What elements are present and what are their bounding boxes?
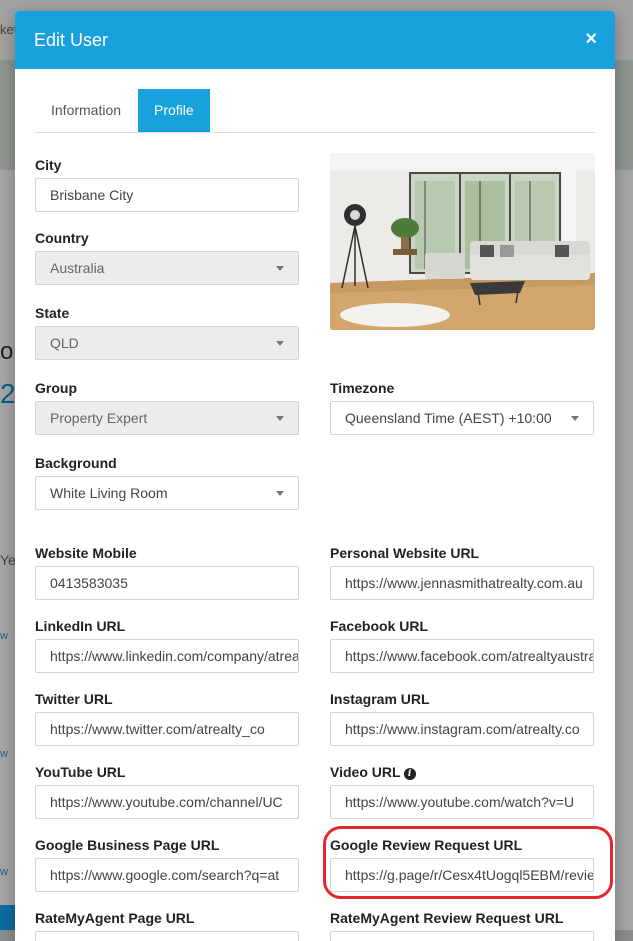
background-text: o xyxy=(0,338,14,365)
ratemyagent-review-url-field: RateMyAgent Review Request URL xyxy=(330,909,594,941)
timezone-field: Timezone Queensland Time (AEST) +10:00 xyxy=(330,379,594,435)
youtube-url-label: YouTube URL xyxy=(35,764,126,780)
background-link: w xyxy=(0,630,8,642)
ratemyagent-review-url-input[interactable] xyxy=(330,931,594,941)
close-icon[interactable]: × xyxy=(585,28,597,50)
google-review-url-field: Google Review Request URL https://g.page… xyxy=(330,836,594,892)
personal-website-url-input[interactable]: https://www.jennasmithatrealty.com.au xyxy=(330,566,594,600)
background-text: Ye xyxy=(0,552,16,568)
chevron-down-icon xyxy=(276,491,284,496)
ratemyagent-page-url-label: RateMyAgent Page URL xyxy=(35,910,195,926)
instagram-url-input[interactable]: https://www.instagram.com/atrealty.co xyxy=(330,712,594,746)
facebook-url-input[interactable]: https://www.facebook.com/atrealtyaustral… xyxy=(330,639,594,673)
country-label: Country xyxy=(35,230,89,246)
chevron-down-icon xyxy=(276,416,284,421)
video-url-label-row: Video URL i xyxy=(330,763,594,781)
country-value: Australia xyxy=(50,260,105,276)
background-text: 2 xyxy=(0,378,16,409)
video-url-field: Video URL i https://www.youtube.com/watch… xyxy=(330,763,594,819)
country-field: Country Australia xyxy=(35,229,299,285)
group-label: Group xyxy=(35,380,77,396)
personal-website-url-label: Personal Website URL xyxy=(330,545,480,561)
modal-title: Edit User xyxy=(34,30,109,50)
facebook-url-field: Facebook URL https://www.facebook.com/at… xyxy=(330,617,594,673)
timezone-select[interactable]: Queensland Time (AEST) +10:00 xyxy=(330,401,594,435)
google-review-url-label: Google Review Request URL xyxy=(330,837,523,853)
twitter-url-field: Twitter URL https://www.twitter.com/atre… xyxy=(35,690,299,746)
linkedin-url-input[interactable]: https://www.linkedin.com/company/atrealt… xyxy=(35,639,299,673)
youtube-url-input[interactable]: https://www.youtube.com/channel/UC xyxy=(35,785,299,819)
website-mobile-input[interactable]: 0413583035 xyxy=(35,566,299,600)
edit-user-modal: Edit User × Information Profile City Bri… xyxy=(15,11,615,941)
chevron-down-icon xyxy=(276,266,284,271)
video-url-label: Video URL xyxy=(330,764,401,780)
ratemyagent-page-url-field: RateMyAgent Page URL xyxy=(35,909,299,941)
timezone-value: Queensland Time (AEST) +10:00 xyxy=(345,410,552,426)
state-label: State xyxy=(35,305,70,321)
info-icon[interactable]: i xyxy=(403,768,416,780)
group-field: Group Property Expert xyxy=(35,379,299,435)
background-link: w xyxy=(0,748,8,760)
city-input[interactable]: Brisbane City xyxy=(35,178,299,212)
linkedin-url-label: LinkedIn URL xyxy=(35,618,126,634)
google-review-url-input[interactable]: https://g.page/r/Cesx4tUogql5EBM/review xyxy=(330,858,594,892)
state-select[interactable]: QLD xyxy=(35,326,299,360)
background-button xyxy=(0,905,16,930)
instagram-url-label: Instagram URL xyxy=(330,691,430,707)
background-link: w xyxy=(0,866,8,878)
linkedin-url-field: LinkedIn URL https://www.linkedin.com/co… xyxy=(35,617,299,673)
video-url-input[interactable]: https://www.youtube.com/watch?v=U xyxy=(330,785,594,819)
website-mobile-field: Website Mobile 0413583035 xyxy=(35,544,299,600)
modal-tabs: Information Profile xyxy=(35,89,595,133)
google-business-url-label: Google Business Page URL xyxy=(35,837,220,853)
tab-information[interactable]: Information xyxy=(35,89,137,132)
ratemyagent-review-url-label: RateMyAgent Review Request URL xyxy=(330,910,564,926)
twitter-url-input[interactable]: https://www.twitter.com/atrealty_co xyxy=(35,712,299,746)
youtube-url-field: YouTube URL https://www.youtube.com/chan… xyxy=(35,763,299,819)
facebook-url-label: Facebook URL xyxy=(330,618,429,634)
background-field: Background White Living Room xyxy=(35,454,299,510)
state-field: State QLD xyxy=(35,304,299,360)
country-select[interactable]: Australia xyxy=(35,251,299,285)
google-business-url-field: Google Business Page URL https://www.goo… xyxy=(35,836,299,892)
instagram-url-field: Instagram URL https://www.instagram.com/… xyxy=(330,690,594,746)
twitter-url-label: Twitter URL xyxy=(35,691,113,707)
google-business-url-input[interactable]: https://www.google.com/search?q=at xyxy=(35,858,299,892)
background-value: White Living Room xyxy=(50,485,168,501)
group-value: Property Expert xyxy=(50,410,148,426)
city-field: City Brisbane City xyxy=(35,156,299,212)
city-label: City xyxy=(35,157,62,173)
tab-profile[interactable]: Profile xyxy=(138,89,210,132)
modal-header: Edit User × xyxy=(15,11,615,69)
background-select[interactable]: White Living Room xyxy=(35,476,299,510)
chevron-down-icon xyxy=(571,416,579,421)
ratemyagent-page-url-input[interactable] xyxy=(35,931,299,941)
background-label: Background xyxy=(35,455,117,471)
personal-website-url-field: Personal Website URL https://www.jennasm… xyxy=(330,544,594,600)
background-preview-image xyxy=(330,153,595,330)
group-select[interactable]: Property Expert xyxy=(35,401,299,435)
timezone-label: Timezone xyxy=(330,380,395,396)
website-mobile-label: Website Mobile xyxy=(35,545,137,561)
chevron-down-icon xyxy=(276,341,284,346)
state-value: QLD xyxy=(50,335,79,351)
